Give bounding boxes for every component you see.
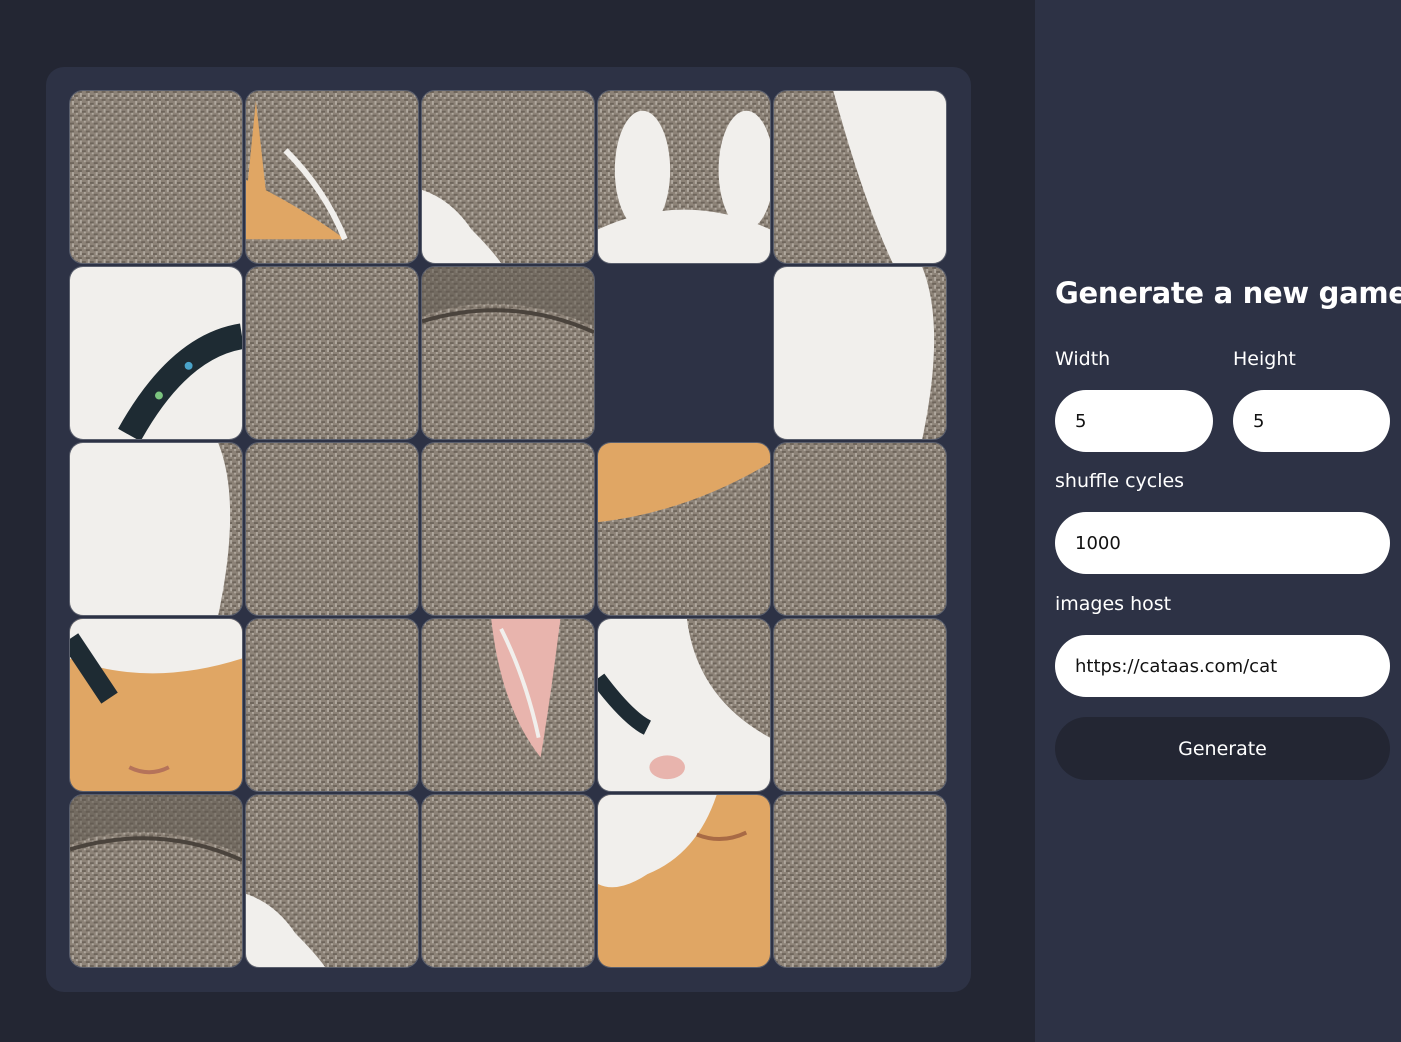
puzzle-tile[interactable] <box>597 794 771 968</box>
puzzle-tile[interactable] <box>597 90 771 264</box>
tile-image <box>246 91 418 263</box>
puzzle-tile[interactable] <box>421 266 595 440</box>
tile-image <box>70 443 242 615</box>
tile-image <box>246 443 418 615</box>
width-input[interactable] <box>1055 390 1213 452</box>
tile-image <box>774 619 946 791</box>
tile-image <box>70 795 242 967</box>
tile-image <box>246 795 418 967</box>
tile-image <box>422 795 594 967</box>
width-label: Width <box>1055 348 1111 370</box>
tile-image <box>422 443 594 615</box>
puzzle-tile[interactable] <box>421 618 595 792</box>
tile-image <box>422 619 594 791</box>
shuffle-cycles-input[interactable] <box>1055 512 1390 574</box>
settings-panel: Generate a new game Width Height shuffle… <box>1035 0 1401 1042</box>
tile-image <box>774 267 946 439</box>
tile-image <box>774 91 946 263</box>
puzzle-tile[interactable] <box>773 618 947 792</box>
tile-image <box>598 91 770 263</box>
puzzle-tile[interactable] <box>69 266 243 440</box>
panel-title: Generate a new game <box>1055 276 1401 310</box>
tile-image <box>246 267 418 439</box>
puzzle-tile[interactable] <box>245 266 419 440</box>
puzzle-tile[interactable] <box>245 442 419 616</box>
tile-image <box>774 795 946 967</box>
puzzle-tile[interactable] <box>773 266 947 440</box>
images-host-input[interactable] <box>1055 635 1390 697</box>
puzzle-tile[interactable] <box>773 90 947 264</box>
empty-slot <box>597 266 771 440</box>
puzzle-tile[interactable] <box>773 442 947 616</box>
puzzle-tile[interactable] <box>69 442 243 616</box>
puzzle-tile[interactable] <box>421 442 595 616</box>
height-label: Height <box>1233 348 1296 370</box>
puzzle-tile[interactable] <box>597 618 771 792</box>
puzzle-tile[interactable] <box>245 794 419 968</box>
puzzle-tile[interactable] <box>773 794 947 968</box>
game-area <box>0 0 1035 1042</box>
tile-image <box>70 267 242 439</box>
generate-button[interactable]: Generate <box>1055 717 1390 780</box>
tile-image <box>598 795 770 967</box>
tile-image <box>246 619 418 791</box>
tile-image <box>70 619 242 791</box>
tile-image <box>422 267 594 439</box>
puzzle-tile[interactable] <box>69 618 243 792</box>
tile-image <box>598 443 770 615</box>
tile-image <box>422 91 594 263</box>
shuffle-cycles-label: shuffle cycles <box>1055 470 1185 492</box>
puzzle-tile[interactable] <box>69 90 243 264</box>
puzzle-tile[interactable] <box>245 618 419 792</box>
puzzle-tile[interactable] <box>421 794 595 968</box>
tile-image <box>774 443 946 615</box>
puzzle-board <box>46 67 971 992</box>
tile-image <box>598 619 770 791</box>
puzzle-tile[interactable] <box>245 90 419 264</box>
height-input[interactable] <box>1233 390 1390 452</box>
images-host-label: images host <box>1055 593 1172 615</box>
puzzle-tile[interactable] <box>421 90 595 264</box>
puzzle-tile[interactable] <box>597 442 771 616</box>
tile-image <box>70 91 242 263</box>
puzzle-tile[interactable] <box>69 794 243 968</box>
